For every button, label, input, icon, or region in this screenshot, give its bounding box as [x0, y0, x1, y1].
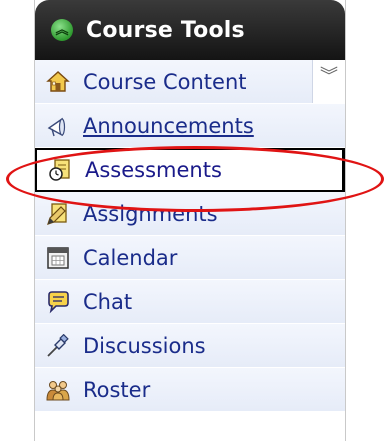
- megaphone-icon: [45, 113, 71, 139]
- pushpin-icon: [45, 333, 71, 359]
- assessment-clock-icon: [47, 157, 73, 183]
- tool-item-label: Assignments: [83, 201, 218, 226]
- home-icon: [45, 69, 71, 95]
- tool-item-label: Calendar: [83, 245, 178, 270]
- assignment-pencil-icon: [45, 201, 71, 227]
- tool-item-calendar[interactable]: Calendar: [35, 236, 345, 280]
- chat-bubble-icon: [45, 289, 71, 315]
- tool-item-label: Course Content: [83, 69, 247, 94]
- tool-item-assessments[interactable]: Assessments: [35, 148, 345, 192]
- tool-item-announcements[interactable]: Announcements: [35, 104, 345, 148]
- tool-item-discussions[interactable]: Discussions: [35, 324, 345, 368]
- calendar-icon: [45, 245, 71, 271]
- tool-item-label: Announcements: [83, 113, 254, 138]
- people-icon: [45, 377, 71, 403]
- tool-item-course-content[interactable]: Course Content ︾: [35, 60, 345, 104]
- tool-item-chat[interactable]: Chat: [35, 280, 345, 324]
- tool-item-label: Assessments: [85, 158, 222, 182]
- panel-title: Course Tools: [86, 17, 245, 43]
- tool-item-label: Discussions: [83, 333, 206, 358]
- course-tools-panel: ︽ Course Tools Course Content ︾ Announce…: [34, 0, 346, 441]
- course-tools-list: Course Content ︾ Announcements Assessmen…: [35, 60, 345, 412]
- double-chevron-down-icon[interactable]: ︾: [312, 60, 345, 103]
- tool-item-roster[interactable]: Roster: [35, 368, 345, 412]
- tool-item-assignments[interactable]: Assignments: [35, 192, 345, 236]
- double-chevron-up-icon[interactable]: ︽: [51, 19, 73, 41]
- course-tools-header[interactable]: ︽ Course Tools: [35, 0, 345, 60]
- tool-item-label: Roster: [83, 377, 151, 402]
- tool-item-label: Chat: [83, 289, 133, 314]
